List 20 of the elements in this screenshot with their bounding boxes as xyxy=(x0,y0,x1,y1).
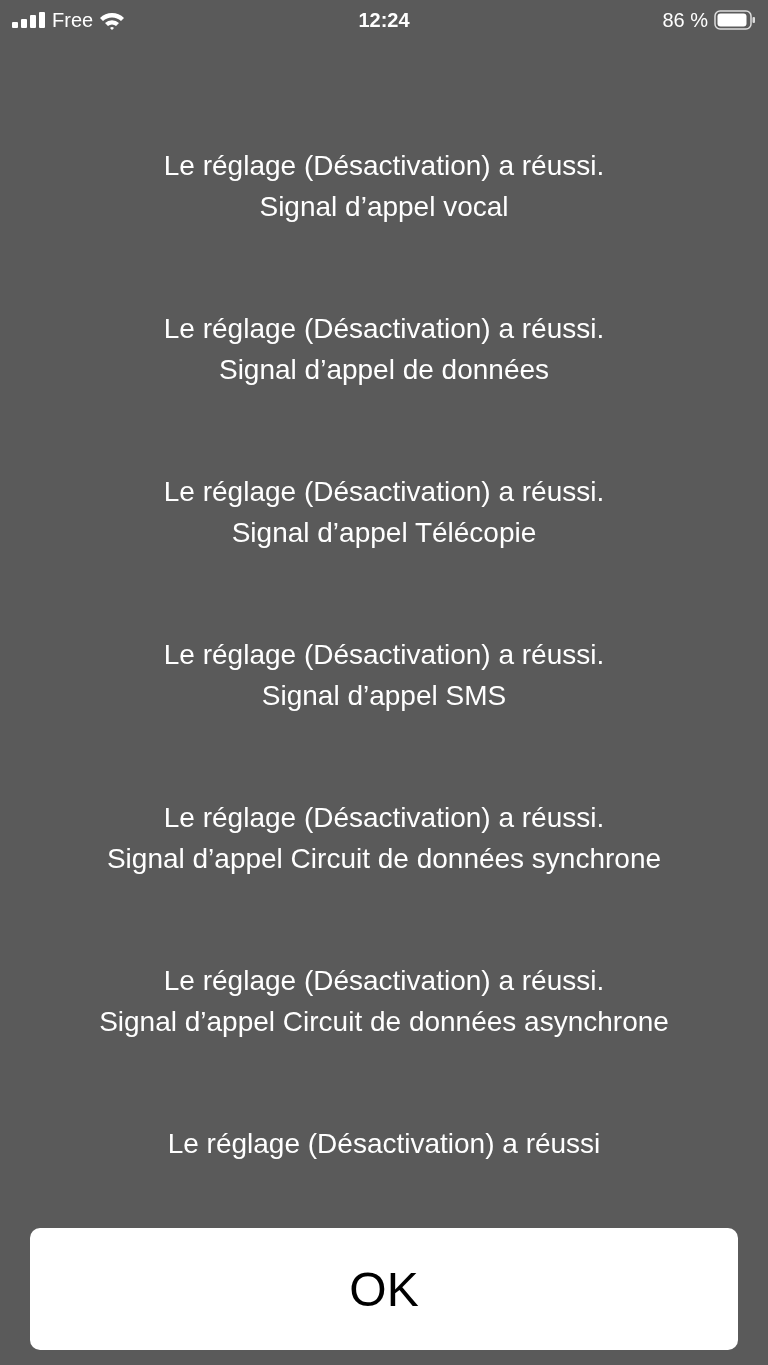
clock-time: 12:24 xyxy=(358,8,410,31)
message-text: Le réglage (Désactivation) a réussi. xyxy=(163,475,605,509)
carrier-name: Free xyxy=(52,8,94,32)
message-text: Signal d’appel Circuit de données asynchrone xyxy=(99,1005,669,1039)
message-text: Signal d’appel Télécopie xyxy=(231,516,537,550)
message-text: Le réglage (Désactivation) a réussi. xyxy=(163,312,605,346)
signal-icon xyxy=(12,12,46,28)
ok-button[interactable]: OK xyxy=(30,1228,738,1350)
battery-percentage: 86 % xyxy=(662,8,708,32)
battery-icon xyxy=(714,10,756,30)
message-text: Le réglage (Désactivation) a réussi. xyxy=(163,149,605,183)
message-text: Signal d’appel Circuit de données synchrone xyxy=(106,842,662,876)
message-text: Signal d’appel SMS xyxy=(261,679,507,713)
wifi-icon xyxy=(99,10,126,30)
message-text: Le réglage (Désactivation) a réussi. xyxy=(163,638,605,672)
message-text: Signal d’appel de données xyxy=(218,353,550,387)
message-text: Le réglage (Désactivation) a réussi. xyxy=(163,964,605,998)
message-text: Signal d’appel vocal xyxy=(259,190,509,224)
message-text: Le réglage (Désactivation) a réussi. xyxy=(163,801,605,835)
message-text: Le réglage (Désactivation) a réussi xyxy=(167,1127,601,1161)
